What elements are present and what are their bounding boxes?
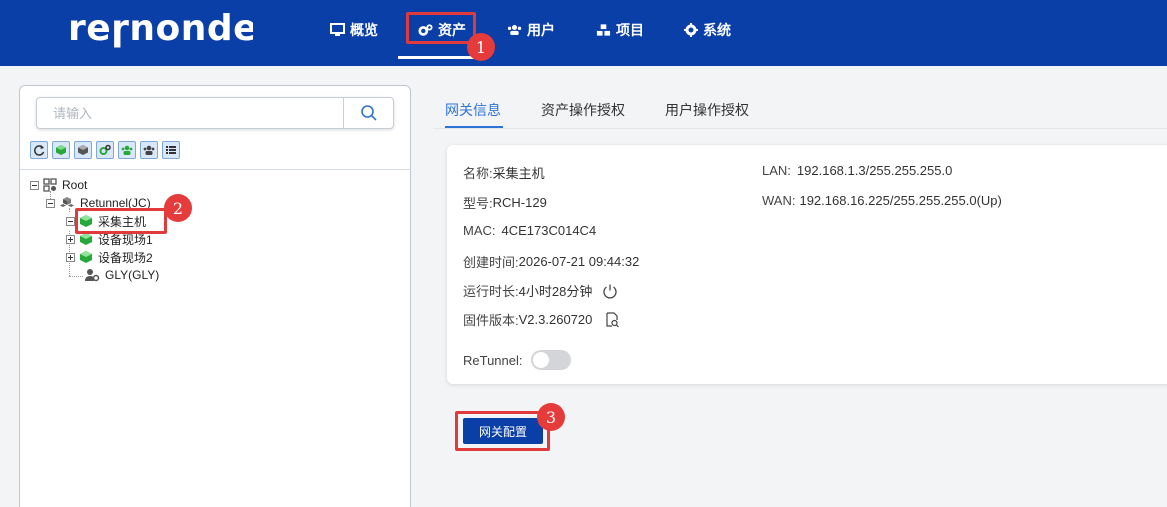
info-firmware-value: V2.3.260720 [518, 312, 593, 327]
info-model-label: 型号: [463, 196, 493, 211]
info-model: 型号: RCH-129 [463, 193, 547, 212]
info-created-label: 创建时间: [463, 255, 519, 270]
expand-toggle[interactable] [66, 234, 75, 244]
power-restart-icon[interactable] [602, 283, 618, 299]
collapse-toggle[interactable] [30, 180, 39, 190]
step-badge-3: 3 [537, 403, 565, 431]
info-wan-label: WAN: [762, 193, 796, 208]
tree-node-label: GLY(GLY) [105, 268, 160, 282]
step-badge-2: 2 [164, 194, 192, 222]
nav-overview[interactable]: 概览 [330, 16, 378, 44]
nav-system-label: 系统 [703, 22, 731, 38]
nav-overview-label: 概览 [350, 22, 378, 38]
firmware-check-icon[interactable] [604, 311, 620, 328]
info-firmware-label: 固件版本: [463, 313, 519, 328]
info-lan: LAN: 192.168.1.3/255.255.255.0 [762, 163, 952, 178]
list-view-button[interactable] [162, 141, 180, 159]
tab-gateway-info[interactable]: 网关信息 [445, 100, 501, 120]
search-input[interactable] [37, 98, 343, 128]
top-navigation-bar: reɼnonde 概览 资产 用户 项目 系统 [0, 0, 1167, 66]
add-user-button[interactable] [118, 141, 136, 159]
info-firmware: 固件版本: V2.3.260720 [463, 310, 620, 329]
site-icon [78, 145, 88, 155]
info-uptime: 运行时长: 4小时28分钟 [463, 281, 618, 300]
refresh-icon [34, 145, 45, 156]
info-created: 创建时间: 2026-07-21 09:44:32 [463, 252, 639, 271]
tree-node-label: Root [62, 178, 88, 192]
expand-toggle[interactable] [66, 252, 75, 262]
network-icon [60, 197, 74, 207]
tab-user-permissions[interactable]: 用户操作授权 [665, 100, 749, 120]
search-icon [360, 105, 377, 121]
users-icon [507, 23, 522, 38]
gateway-icon [56, 145, 66, 155]
info-name-label: 名称: [463, 166, 493, 181]
info-lan-value: 192.168.1.3/255.255.255.0 [796, 163, 953, 178]
brand-logo[interactable]: reɼnonde [68, 8, 258, 57]
group-icon [143, 145, 155, 155]
site-icon [80, 251, 92, 263]
info-name: 名称: 采集主机 [463, 163, 545, 182]
info-retunnel: ReTunnel: [463, 350, 571, 370]
info-wan-value: 192.168.16.225/255.255.255.0(Up) [799, 193, 1002, 208]
info-model-value: RCH-129 [492, 195, 547, 210]
tree-node-root[interactable]: Root [30, 176, 87, 194]
highlight-config-button [455, 411, 550, 451]
search-box [36, 97, 394, 129]
nav-users-label: 用户 [527, 22, 555, 38]
info-uptime-value: 4小时28分钟 [518, 284, 593, 299]
add-asset-button[interactable] [96, 141, 114, 159]
tree-node-site-2[interactable]: 设备现场2 [66, 248, 153, 266]
gateway-info-card: 名称: 采集主机 型号: RCH-129 MAC: 4CE173C014C4 创… [447, 145, 1167, 384]
tree-toolbar [30, 141, 180, 159]
highlight-nav-assets [406, 12, 476, 44]
nav-projects[interactable]: 项目 [596, 16, 644, 44]
search-button[interactable] [343, 98, 393, 128]
list-icon [166, 146, 176, 154]
add-site-button[interactable] [74, 141, 92, 159]
info-mac-label: MAC: [463, 223, 496, 238]
monitor-icon [330, 23, 345, 38]
toolbar-divider [20, 169, 410, 170]
info-created-value: 2026-07-21 09:44:32 [518, 254, 640, 269]
users-icon [121, 145, 133, 155]
site-icon [80, 233, 92, 245]
info-mac-value: 4CE173C014C4 [501, 223, 597, 238]
logo-icon: reɼnonde [68, 8, 258, 49]
retunnel-toggle[interactable] [530, 350, 571, 370]
info-mac: MAC: 4CE173C014C4 [463, 223, 596, 238]
asset-tree-panel: Root Retunnel(JC) 采集主机 设备现场1 设备现场2 GLY(G… [19, 85, 411, 507]
info-name-value: 采集主机 [492, 166, 545, 181]
info-retunnel-label: ReTunnel: [463, 352, 523, 368]
nav-projects-label: 项目 [616, 22, 644, 38]
tab-asset-permissions[interactable]: 资产操作授权 [541, 100, 625, 120]
add-group-button[interactable] [140, 141, 158, 159]
add-gateway-button[interactable] [52, 141, 70, 159]
active-nav-indicator [398, 56, 476, 59]
tree-node-label: 设备现场2 [98, 250, 153, 265]
cubes-icon [596, 23, 611, 38]
refresh-button[interactable] [30, 141, 48, 159]
nav-system[interactable]: 系统 [683, 16, 731, 44]
gear-icon [683, 23, 698, 38]
user-gear-icon [85, 269, 100, 282]
tree-connector [69, 276, 83, 277]
tree-node-user[interactable]: GLY(GLY) [84, 266, 159, 284]
collapse-toggle[interactable] [46, 198, 55, 208]
step-badge-1: 1 [467, 33, 495, 61]
info-uptime-label: 运行时长: [463, 284, 519, 299]
grid-icon [43, 178, 57, 192]
nav-users[interactable]: 用户 [507, 16, 555, 44]
highlight-tree-gateway [75, 208, 167, 234]
info-lan-label: LAN: [762, 163, 791, 178]
collapse-toggle[interactable] [66, 216, 75, 226]
assets-icon [99, 144, 111, 155]
info-wan: WAN: 192.168.16.225/255.255.255.0(Up) [762, 193, 1002, 208]
logo-wordmark: reɼnonde [68, 10, 253, 48]
tab-divider [433, 128, 1167, 129]
